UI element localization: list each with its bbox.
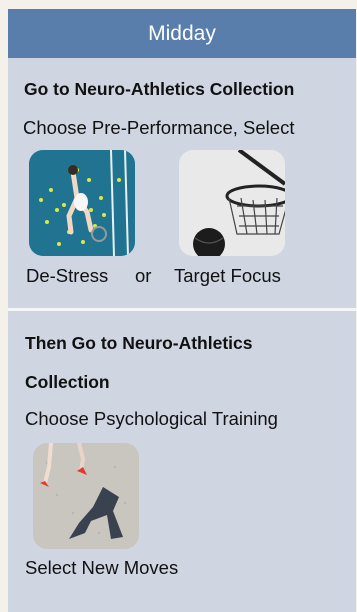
runner-shadow-image (33, 443, 139, 549)
section2-instruction: Choose Psychological Training (25, 408, 278, 429)
basketball-hoop-image (179, 150, 285, 256)
tennis-player-court-image (29, 150, 135, 256)
section-divider (8, 308, 356, 311)
de-stress-thumbnail[interactable] (29, 150, 135, 256)
card-header: Midday (8, 9, 356, 58)
section1-instruction: Choose Pre-Performance, Select (23, 117, 295, 138)
target-focus-label[interactable]: Target Focus (174, 265, 281, 287)
new-moves-label[interactable]: Select New Moves (25, 557, 178, 579)
or-connector: or (135, 265, 152, 286)
midday-card: Midday Go to Neuro-Athletics Collection … (8, 9, 356, 612)
new-moves-thumbnail[interactable] (33, 443, 139, 549)
section1-heading: Go to Neuro-Athletics Collection (24, 79, 295, 99)
de-stress-label[interactable]: De-Stress (26, 265, 108, 287)
section2-heading-line2: Collection (25, 372, 110, 392)
section2-heading-line1: Then Go to Neuro-Athletics (25, 333, 253, 353)
header-title: Midday (148, 21, 216, 45)
target-focus-thumbnail[interactable] (179, 150, 285, 256)
